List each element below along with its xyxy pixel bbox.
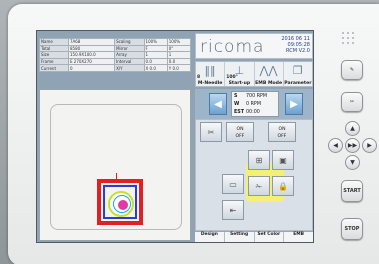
info-cell: 1 bbox=[166, 51, 192, 59]
touch-screen: Name 7A68 Scaling 100% 100% Total 8580 Mirror F 0… bbox=[36, 30, 314, 243]
needle-select-button[interactable]: ✎ bbox=[341, 60, 363, 80]
info-cell: Y 0.0 bbox=[166, 64, 192, 72]
info-row: Frame E 270X270 Interval 0.0 0.0 bbox=[39, 57, 192, 66]
info-row: Name 7A68 Scaling 100% 100% bbox=[39, 38, 192, 46]
mode-start-up[interactable]: ⊥ 100° Start-up bbox=[225, 62, 255, 86]
info-cell: 150.9X100.0 bbox=[67, 51, 116, 59]
info-row: Size 150.9X100.0 Array 1 1 bbox=[39, 51, 192, 59]
machine-panel: Name 7A68 Scaling 100% 100% Total 8580 Mirror F 0… bbox=[0, 0, 379, 264]
info-cell: Size bbox=[39, 51, 69, 59]
right-arrow-icon[interactable]: ▶ bbox=[362, 138, 377, 153]
stop-button[interactable]: STOP bbox=[341, 218, 363, 240]
tab-design[interactable]: Design bbox=[195, 232, 225, 242]
speed-up-button[interactable]: ▶ bbox=[285, 93, 303, 115]
brand-header: ricoma 2016 06 11 09:05:28 RCM V2.0 bbox=[195, 33, 313, 59]
design-center bbox=[118, 200, 128, 210]
mode-m-needle[interactable]: ‖‖ 8 M-Needle bbox=[196, 62, 226, 86]
info-cell: Mirror bbox=[114, 44, 145, 53]
parameter-icon: ❐ bbox=[292, 64, 303, 77]
mode-bar: ‖‖ 8 M-Needle ⊥ 100° Start-up ⋀⋀ EMB Mod… bbox=[195, 61, 313, 87]
info-cell: 1 bbox=[143, 51, 168, 59]
info-cell: 8580 bbox=[67, 44, 116, 53]
info-cell: Array bbox=[114, 51, 145, 59]
frame-trace-icon[interactable]: ⊞ bbox=[248, 150, 270, 170]
bottom-menu: Design Setting Set Color EMB bbox=[195, 231, 313, 242]
mode-label: Start-up bbox=[228, 81, 251, 86]
info-cell: Total bbox=[39, 44, 69, 53]
tab-setting[interactable]: Setting bbox=[225, 232, 255, 242]
speed-row: W0 RPM bbox=[234, 102, 261, 107]
up-arrow-icon[interactable]: ▲ bbox=[345, 121, 360, 136]
info-cell: 100% bbox=[166, 38, 192, 46]
hoop-boundary bbox=[97, 179, 143, 225]
info-cell: 0 bbox=[67, 64, 116, 72]
design-boundary bbox=[103, 185, 137, 219]
outline-icon[interactable]: ▭ bbox=[222, 174, 244, 194]
mode-parameter[interactable]: ❐ Parameter bbox=[284, 62, 312, 86]
return-icon[interactable]: ⇤ bbox=[222, 200, 244, 220]
info-cell: Interval bbox=[114, 57, 145, 66]
left-arrow-icon[interactable]: ◀ bbox=[328, 138, 343, 153]
info-cell: X/Y bbox=[114, 64, 145, 72]
lock-icon[interactable]: 🔒 bbox=[272, 176, 294, 196]
info-cell: 0° bbox=[166, 44, 192, 53]
version-text: RCM V2.0 bbox=[286, 48, 310, 54]
brand-logo: ricoma bbox=[200, 37, 265, 57]
color-change-icon[interactable]: ▣ bbox=[272, 150, 294, 170]
cut-icon[interactable]: ✁ bbox=[248, 176, 270, 196]
design-info-table: Name 7A68 Scaling 100% 100% Total 8580 Mirror F 0… bbox=[39, 38, 192, 72]
info-cell: E 270X270 bbox=[67, 57, 116, 66]
toggle-1[interactable]: ON OFF bbox=[226, 122, 254, 142]
status-meta: 2016 06 11 09:05:28 RCM V2.0 bbox=[281, 36, 310, 54]
trim-button[interactable]: ✂ bbox=[341, 92, 363, 112]
mode-label: EMB Mode bbox=[255, 81, 283, 86]
design-preview[interactable] bbox=[39, 89, 191, 241]
embroidery-design bbox=[108, 191, 134, 217]
fast-forward-icon[interactable]: ▶▶ bbox=[345, 138, 360, 153]
mode-emb[interactable]: ⋀⋀ EMB Mode bbox=[255, 62, 284, 86]
speed-panel: ◀ S 700 RPM W0 RPM EST 00:00 ▶ bbox=[195, 89, 313, 119]
info-cell: X 0.0 bbox=[143, 64, 168, 72]
mode-label: Parameter bbox=[284, 81, 312, 86]
info-cell: 7A68 bbox=[67, 38, 116, 46]
info-cell: 0.0 bbox=[143, 57, 168, 66]
start-button[interactable]: START bbox=[341, 180, 363, 202]
function-grid: ON OFF ON OFF ✂ ⊞ ▣ ▭ ✁ 🔒 ⇤ bbox=[195, 119, 313, 231]
info-row: Total 8580 Mirror F 0° bbox=[39, 44, 192, 53]
down-arrow-icon[interactable]: ▼ bbox=[345, 155, 360, 170]
info-cell: Current bbox=[39, 64, 69, 72]
needles-icon: ‖‖ bbox=[204, 64, 216, 77]
emb-mode-icon: ⋀⋀ bbox=[259, 64, 278, 77]
tab-set-color[interactable]: Set Color bbox=[255, 232, 285, 242]
needle-count: 8 bbox=[197, 75, 201, 80]
info-cell: Name bbox=[39, 38, 69, 46]
info-cell: Frame bbox=[39, 57, 69, 66]
speed-down-button[interactable]: ◀ bbox=[209, 93, 227, 115]
toggle-2[interactable]: ON OFF bbox=[268, 122, 296, 142]
info-cell: F bbox=[143, 44, 168, 53]
speed-row: S 700 RPM bbox=[234, 94, 268, 99]
mode-label: M-Needle bbox=[197, 81, 223, 86]
info-cell: Scaling bbox=[114, 38, 145, 46]
speed-row: EST 00:00 bbox=[234, 110, 260, 115]
speed-values: S 700 RPM W0 RPM EST 00:00 bbox=[231, 91, 279, 117]
speaker-grille bbox=[342, 32, 354, 44]
info-cell: 100% bbox=[143, 38, 168, 46]
startup-angle: 100° bbox=[226, 75, 238, 80]
info-row: Current 0 X/Y X 0.0 Y 0.0 bbox=[39, 64, 192, 72]
boring-icon[interactable]: ✂ bbox=[200, 122, 222, 142]
info-cell: 0.0 bbox=[166, 57, 192, 66]
tab-emb[interactable]: EMB bbox=[284, 232, 313, 242]
